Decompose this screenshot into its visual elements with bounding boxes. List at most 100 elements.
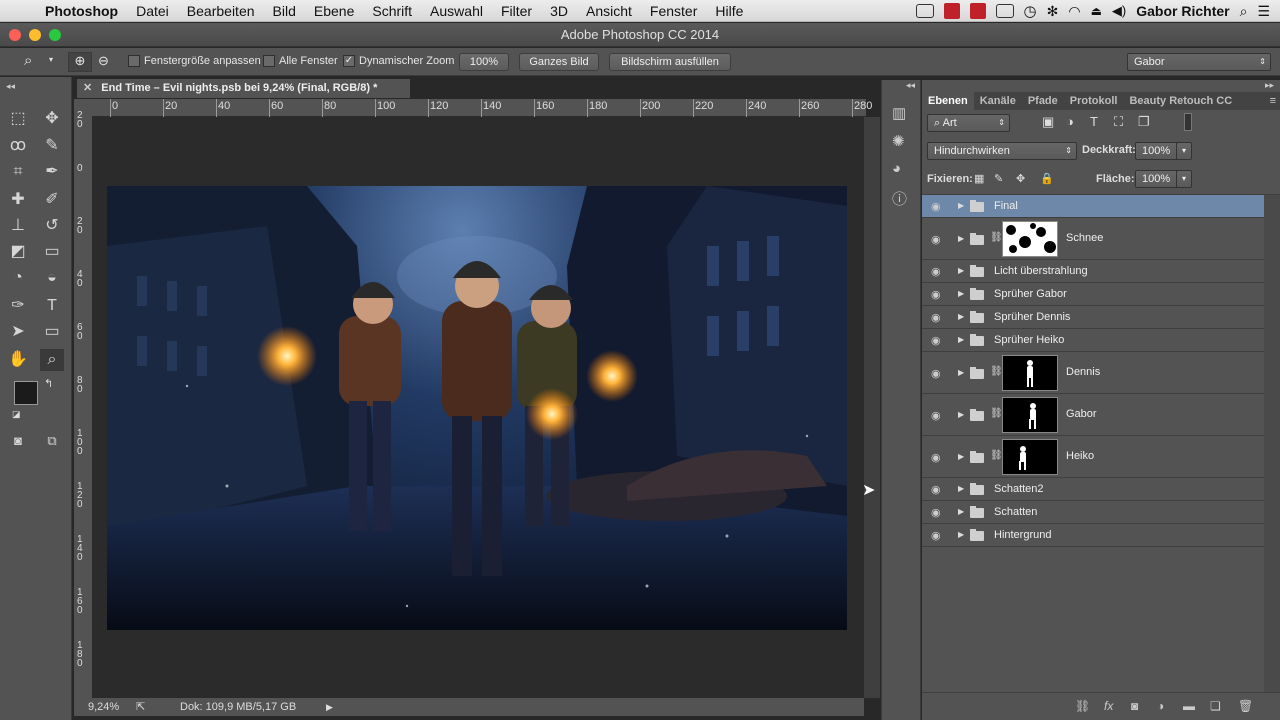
notification-list-icon[interactable]: ☰: [1257, 3, 1270, 20]
path-selection-tool-icon[interactable]: ➤: [6, 321, 30, 343]
navigator-panel-icon[interactable]: ✺: [892, 132, 905, 150]
expand-group-icon[interactable]: ▶: [958, 530, 964, 539]
dodge-tool-icon[interactable]: ◒: [40, 267, 64, 289]
menu-filter[interactable]: Filter: [492, 3, 541, 19]
wifi-icon[interactable]: ◠: [1068, 3, 1080, 20]
expand-group-icon[interactable]: ▶: [958, 234, 964, 243]
filter-kind-select[interactable]: ⌕ Art ⇕: [927, 114, 1010, 132]
collapse-tools-icon[interactable]: ◂◂: [6, 81, 15, 92]
layer-row-gabor[interactable]: ◉ ▶ ⛓ Gabor: [922, 394, 1264, 436]
collapse-panel-icon[interactable]: ▸▸: [1265, 80, 1274, 91]
gradient-tool-icon[interactable]: ▭: [40, 241, 64, 263]
tab-pfade[interactable]: Pfade: [1022, 95, 1064, 107]
visibility-eye-icon[interactable]: ◉: [931, 451, 945, 464]
menu-fenster[interactable]: Fenster: [641, 3, 706, 19]
user-name[interactable]: Gabor Richter: [1136, 3, 1229, 19]
filter-shape-layers-icon[interactable]: ⛶: [1114, 114, 1123, 130]
crop-tool-icon[interactable]: ⌗: [6, 161, 30, 183]
lock-transparent-icon[interactable]: ▦: [974, 172, 984, 185]
visibility-eye-icon[interactable]: ◉: [931, 311, 945, 324]
layers-scrollbar[interactable]: [1264, 195, 1280, 693]
expand-group-icon[interactable]: ▶: [958, 410, 964, 419]
vertical-scrollbar[interactable]: [864, 117, 880, 698]
tab-protokoll[interactable]: Protokoll: [1064, 95, 1124, 107]
layer-row-final[interactable]: ◉ ▶ Final: [922, 195, 1264, 218]
opacity-input[interactable]: 100%: [1135, 142, 1179, 160]
histogram-panel-icon[interactable]: ▥: [892, 104, 906, 122]
swap-colors-icon[interactable]: ↰: [44, 377, 53, 390]
move-tool-icon[interactable]: ✥: [40, 108, 64, 130]
zoom-tool-icon[interactable]: ⌕: [40, 349, 64, 371]
screen-mode-icon[interactable]: ⧉: [40, 430, 64, 452]
vertical-ruler[interactable]: 20 0 20 40 60 80 100 120 140 160 180: [74, 111, 92, 698]
fill-screen-button[interactable]: Bildschirm ausfüllen: [609, 53, 731, 71]
expand-group-icon[interactable]: ▶: [958, 507, 964, 516]
layer-mask-thumbnail[interactable]: [1002, 439, 1058, 475]
expand-group-icon[interactable]: ▶: [958, 484, 964, 493]
tab-beauty-retouch[interactable]: Beauty Retouch CC: [1123, 95, 1238, 107]
workspace-select[interactable]: Gabor ⇕: [1127, 53, 1271, 71]
recording-icon[interactable]: [969, 3, 986, 19]
filter-adjustment-layers-icon[interactable]: ◑: [1066, 114, 1074, 129]
expand-group-icon[interactable]: ▶: [958, 289, 964, 298]
all-windows-checkbox[interactable]: [263, 55, 275, 68]
layer-row-schatten[interactable]: ◉ ▶ Schatten: [922, 501, 1264, 524]
delete-layer-icon[interactable]: 🗑: [1238, 699, 1253, 713]
visibility-eye-icon[interactable]: ◉: [931, 483, 945, 496]
layer-row-hintergrund[interactable]: ◉ ▶ Hintergrund: [922, 524, 1264, 547]
menu-ebene[interactable]: Ebene: [305, 3, 363, 19]
rectangle-tool-icon[interactable]: ▭: [40, 321, 64, 343]
lock-all-icon[interactable]: 🔒: [1040, 172, 1054, 185]
info-panel-icon[interactable]: ⓘ: [892, 188, 907, 209]
layer-row-dennis[interactable]: ◉ ▶ ⛓ Dennis: [922, 352, 1264, 394]
foreground-color-swatch[interactable]: [14, 381, 38, 405]
pen-tool-icon[interactable]: ✑: [6, 295, 30, 317]
airplay-icon[interactable]: [995, 4, 1014, 18]
visibility-eye-icon[interactable]: ◉: [931, 529, 945, 542]
expand-panels-icon[interactable]: ◂◂: [906, 80, 915, 91]
mask-link-icon[interactable]: ⛓: [990, 450, 1003, 461]
document-tab[interactable]: ✕ End Time – Evil nights.psb bei 9,24% (…: [77, 79, 410, 98]
filter-type-layers-icon[interactable]: T: [1090, 114, 1098, 129]
lasso-tool-icon[interactable]: ꝏ: [6, 135, 30, 157]
menu-bearbeiten[interactable]: Bearbeiten: [178, 3, 264, 19]
volume-icon[interactable]: ◀): [1112, 3, 1126, 19]
expand-group-icon[interactable]: ▶: [958, 368, 964, 377]
filter-toggle-switch[interactable]: [1184, 113, 1192, 131]
panel-menu-icon[interactable]: ≡: [1270, 95, 1276, 107]
layer-row-schatten2[interactable]: ◉ ▶ Schatten2: [922, 478, 1264, 501]
time-machine-icon[interactable]: ◷: [1024, 2, 1037, 20]
visibility-eye-icon[interactable]: ◉: [931, 265, 945, 278]
eraser-tool-icon[interactable]: ◩: [6, 241, 30, 263]
resize-windows-checkbox[interactable]: [128, 55, 140, 68]
screen-mirror-icon[interactable]: [915, 4, 934, 18]
filter-smart-objects-icon[interactable]: ❐: [1138, 114, 1150, 130]
menu-hilfe[interactable]: Hilfe: [706, 3, 752, 19]
opacity-slider-button[interactable]: ▾: [1176, 142, 1192, 160]
layer-row-heiko[interactable]: ◉ ▶ ⛓ Heiko: [922, 436, 1264, 478]
add-mask-icon[interactable]: ◙: [1131, 699, 1138, 713]
visibility-eye-icon[interactable]: ◉: [931, 367, 945, 380]
visibility-eye-icon[interactable]: ◉: [931, 334, 945, 347]
layer-row-sprueher-dennis[interactable]: ◉ ▶ Sprüher Dennis: [922, 306, 1264, 329]
link-layers-icon[interactable]: ⛓: [1075, 699, 1090, 713]
blend-mode-select[interactable]: Hindurchwirken ⇕: [927, 142, 1077, 160]
eyedropper-tool-icon[interactable]: ✒: [40, 161, 64, 183]
visibility-eye-icon[interactable]: ◉: [931, 200, 945, 213]
app-status-icon[interactable]: [943, 3, 960, 19]
status-menu-arrow-icon[interactable]: ▶: [326, 698, 333, 716]
tab-ebenen[interactable]: Ebenen: [922, 92, 974, 110]
clone-stamp-tool-icon[interactable]: ⊥: [6, 215, 30, 237]
new-group-icon[interactable]: ▬: [1183, 699, 1195, 713]
expand-group-icon[interactable]: ▶: [958, 452, 964, 461]
mask-link-icon[interactable]: ⛓: [990, 232, 1003, 243]
close-document-icon[interactable]: ✕: [83, 82, 92, 94]
layer-mask-thumbnail[interactable]: [1002, 355, 1058, 391]
expand-group-icon[interactable]: ▶: [958, 312, 964, 321]
scrubby-zoom-option[interactable]: ✓ Dynamischer Zoom: [343, 55, 454, 68]
fit-screen-button[interactable]: Ganzes Bild: [519, 53, 599, 71]
mask-link-icon[interactable]: ⛓: [990, 366, 1003, 377]
hand-tool-icon[interactable]: ✋: [6, 349, 30, 371]
zoom-window-button[interactable]: [49, 29, 61, 41]
layer-mask-thumbnail[interactable]: [1002, 221, 1058, 257]
